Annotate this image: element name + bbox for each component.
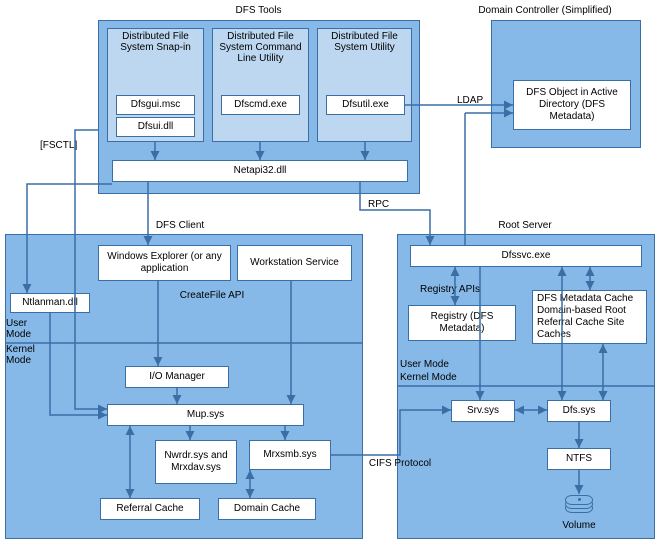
dfscmd-node: Dfscmd.exe: [221, 95, 300, 115]
root-server-group: [397, 234, 655, 539]
dfs-client-title: DFS Client: [30, 220, 330, 231]
user-mode1-label: User Mode: [6, 318, 46, 340]
dfsgui-node: Dfsgui.msc: [116, 95, 195, 115]
metadata-cache-node: DFS Metadata Cache Domain-based Root Ref…: [532, 290, 647, 344]
dfs-tools-title: DFS Tools: [98, 5, 419, 16]
dfsutil-node: Dfsutil.exe: [326, 95, 405, 115]
srv-node: Srv.sys: [451, 400, 515, 422]
user-mode2-label: User Mode: [400, 359, 480, 370]
dfsui-node: Dfsui.dll: [116, 117, 195, 137]
referral-node: Referral Cache: [100, 498, 200, 520]
ldap-label: LDAP: [457, 95, 483, 106]
cmd-util-label: Distributed File System Command Line Uti…: [215, 31, 306, 64]
root-server-title: Root Server: [440, 220, 610, 231]
explorer-node: Windows Explorer (or any application: [98, 245, 231, 281]
cifs-label: CIFS Protocol: [360, 458, 440, 469]
domain-controller-title: Domain Controller (Simplified): [445, 5, 645, 16]
dfssys-node: Dfs.sys: [547, 400, 611, 422]
nwrdr-node: Nwrdr.sys and Mrxdav.sys: [155, 440, 237, 484]
mrxsmb-node: Mrxsmb.sys: [249, 440, 331, 470]
sys-util-label: Distributed File System Utility: [320, 31, 409, 53]
kernel-mode2-label: Kernel Mode: [400, 372, 480, 383]
dfs-object-node: DFS Object in Active Directory (DFS Meta…: [513, 80, 631, 130]
netapi-node: Netapi32.dll: [112, 160, 408, 182]
snap-in-label: Distributed File System Snap-in: [110, 31, 201, 53]
mup-node: Mup.sys: [107, 404, 304, 426]
iomgr-node: I/O Manager: [125, 366, 229, 388]
createfile-label: CreateFile API: [152, 290, 272, 301]
volume-icon: [565, 495, 593, 517]
registry-apis-label: Registry APIs: [420, 284, 520, 295]
dfssvc-node: Dfssvc.exe: [410, 245, 642, 267]
domain-cache-node: Domain Cache: [218, 498, 316, 520]
registry-node: Registry (DFS Metadata): [408, 305, 516, 341]
ntlanman-node: Ntlanman.dll: [10, 293, 90, 313]
ntfs-node: NTFS: [547, 448, 611, 470]
rpc-label: RPC: [368, 199, 389, 210]
volume-label: Volume: [559, 520, 599, 531]
fsctl-label: [FSCTL]: [40, 140, 77, 151]
ws-service-node: Workstation Service: [237, 245, 352, 281]
kernel-mode1-label: Kernel Mode: [6, 344, 46, 366]
